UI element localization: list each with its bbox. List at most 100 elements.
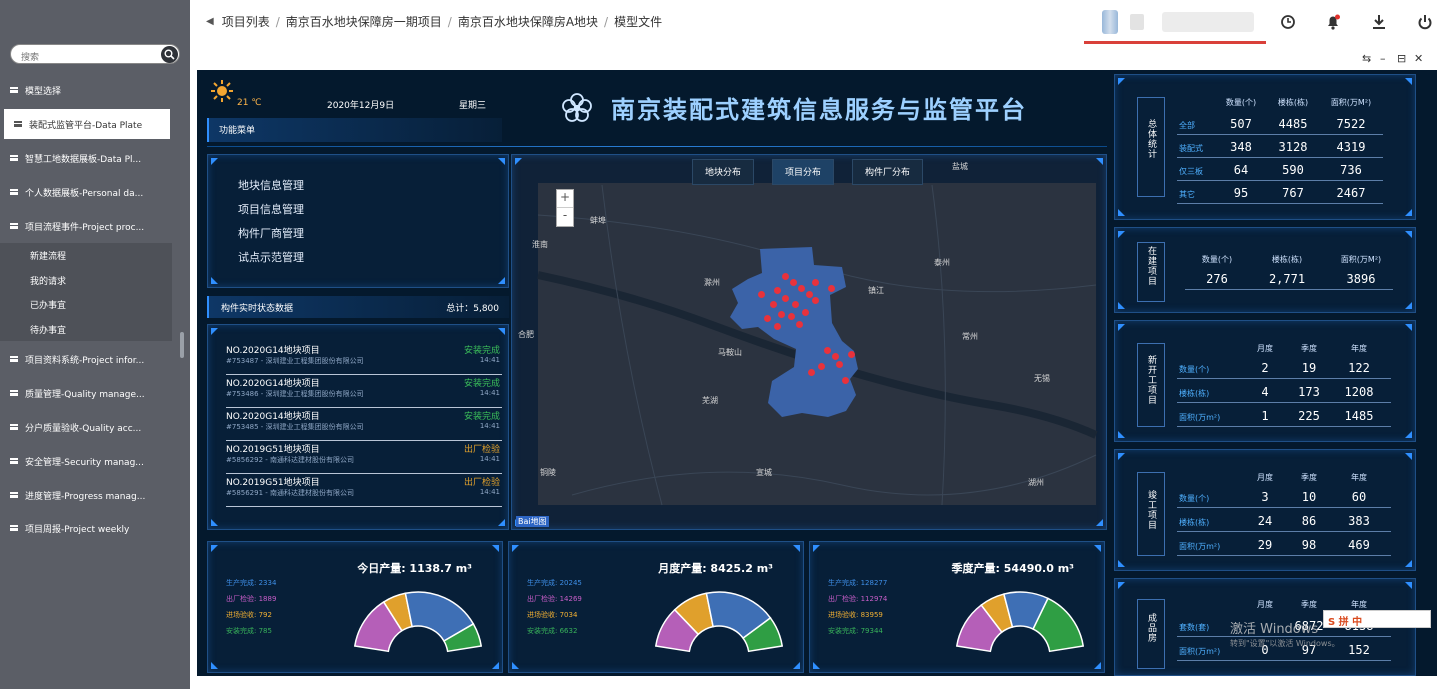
map-canvas[interactable] [512,155,1108,531]
sidebar-item-security[interactable]: 安全管理-Security manag... [0,447,190,475]
map-marker[interactable] [812,279,819,286]
viewer-title-bar: ⇆ – ⊟ ✕ [197,52,1437,70]
submenu-item-my-requests[interactable]: 我的请求 [30,274,66,287]
zoom-out-button[interactable]: - [557,208,573,226]
map-marker[interactable] [782,273,789,280]
row-label: 其它 [1179,190,1195,199]
map-marker[interactable] [818,363,825,370]
project-row[interactable]: NO.2020G14地块项目 #753485 - 深圳建业工程集团股份有限公司 安装… [226,409,502,441]
restore-icon[interactable]: ⇆ [1362,52,1371,65]
submenu-item-new-process[interactable]: 新建流程 [30,249,66,262]
map-tab-factory[interactable]: 构件厂分布 [852,159,924,185]
map-marker[interactable] [792,301,799,308]
corner-decoration [1118,324,1125,331]
close-icon[interactable]: ✕ [1414,52,1423,65]
project-status: 出厂检验 [463,478,500,488]
sidebar-item-project-info[interactable]: 项目资料系统-Project infor... [0,345,190,373]
sidebar-item-model-select[interactable]: 模型选择 [0,76,190,104]
map-tab-project[interactable]: 项目分布 [772,159,835,185]
bell-icon[interactable] [1323,12,1343,32]
breadcrumb-item[interactable]: 南京百水地块保障房一期项目 [286,13,442,30]
menu-item-land-info[interactable]: 地块信息管理 [238,177,304,193]
map-marker[interactable] [802,309,809,316]
submenu-item-todo[interactable]: 待办事宜 [30,323,66,336]
map-marker[interactable] [774,287,781,294]
stat-value: 95 [1233,186,1249,200]
project-time: 14:41 [479,455,500,463]
project-row[interactable]: NO.2020G14地块项目 #753487 - 深圳建业工程集团股份有限公司 安装… [226,343,502,375]
corner-decoration [1118,560,1125,567]
sidebar-item-weekly[interactable]: 项目周报-Project weekly [0,514,190,542]
project-row[interactable]: NO.2020G14地块项目 #753486 - 深圳建业工程集团股份有限公司 安装… [226,376,502,408]
map-marker[interactable] [788,313,795,320]
map-marker[interactable] [848,351,855,358]
user-profile[interactable] [1084,0,1266,44]
map-marker[interactable] [774,323,781,330]
submenu-item-done[interactable]: 已办事宜 [30,298,66,311]
sidebar-item-label: 模型选择 [25,86,62,97]
stat-value: 590 [1282,163,1304,177]
map-marker[interactable] [836,361,843,368]
breadcrumb-item[interactable]: 项目列表 [222,13,270,30]
back-arrow-icon[interactable]: ◀ [206,16,214,27]
menu-item-project-info[interactable]: 项目信息管理 [238,201,304,217]
sidebar-item-quality-acceptance[interactable]: 分户质量验收-Quality acc... [0,413,190,441]
row-label: 数量(个) [1179,365,1210,374]
map-marker[interactable] [806,291,813,298]
stat-value: 4319 [1336,140,1366,154]
breadcrumb-separator: / [275,14,280,29]
project-row[interactable]: NO.2019G51地块项目 #5856291 - 南通科达建材股份有限公司 出厂检… [226,475,502,507]
map-marker[interactable] [764,315,771,322]
row-underline [1177,555,1391,556]
ime-toolbar[interactable]: S 拼 中 [1323,610,1431,628]
map-marker[interactable] [828,285,835,292]
minimize-icon[interactable]: – [1380,52,1386,65]
menu-icon [10,155,18,161]
production-legend-line: 出厂检验: 112974 [828,595,888,603]
sidebar-scrollbar[interactable] [180,332,184,358]
sidebar-item-project-process[interactable]: 项目流程事件-Project proc... [0,212,190,240]
component-status-total: 总计：5,800 [446,304,499,314]
avatar [1102,10,1118,34]
menu-icon [10,87,18,93]
project-row[interactable]: NO.2019G51地块项目 #5856292 - 南通科达建材股份有限公司 出厂检… [226,442,502,474]
map-marker[interactable] [770,301,777,308]
project-status: 安装完成 [463,379,500,389]
menu-item-manufacturer[interactable]: 构件厂商管理 [238,225,304,241]
menu-item-pilot-demo[interactable]: 试点示范管理 [238,249,304,265]
map-city-label: 马鞍山 [718,348,742,357]
corner-decoration [498,519,505,526]
map-marker[interactable] [842,377,849,384]
corner-decoration [1405,302,1412,309]
power-icon[interactable] [1415,12,1435,32]
map-tab-land[interactable]: 地块分布 [692,159,755,185]
map-marker[interactable] [778,311,785,318]
corner-decoration [498,158,505,165]
sidebar-item-smart-site[interactable]: 智慧工地数据展板-Data Pl... [0,144,190,172]
search-box[interactable] [10,44,180,67]
map-marker[interactable] [758,291,765,298]
map-marker[interactable] [790,279,797,286]
search-input[interactable] [11,49,151,67]
sidebar-item-quality[interactable]: 质量管理-Quality manage... [0,379,190,407]
map-marker[interactable] [798,285,805,292]
sidebar-item-data-plate[interactable]: 装配式监管平台-Data Plate [4,109,170,139]
map-marker[interactable] [796,321,803,328]
download-icon[interactable] [1369,12,1389,32]
breadcrumb-item: 模型文件 [614,15,663,29]
map-marker[interactable] [808,369,815,376]
sidebar-item-progress[interactable]: 进度管理-Progress manag... [0,481,190,509]
search-icon[interactable] [161,46,178,63]
map-marker[interactable] [832,353,839,360]
map-marker[interactable] [812,297,819,304]
new-start-panel: 新开工项目 月度 季度 年度 数量(个) 2 19 122 楼栋(栋) 4 173 1208 面积(万… [1114,320,1416,442]
map-marker[interactable] [824,347,831,354]
zoom-in-button[interactable]: + [557,190,573,208]
clock-icon[interactable] [1278,12,1298,32]
map-marker[interactable] [782,295,789,302]
sidebar-item-personal-data[interactable]: 个人数据展板-Personal da... [0,178,190,206]
breadcrumb-item[interactable]: 南京百水地块保障房A地块 [458,13,598,30]
maximize-icon[interactable]: ⊟ [1397,52,1406,65]
sidebar-item-label: 项目周报-Project weekly [25,524,130,535]
flower-logo-icon [559,90,595,130]
